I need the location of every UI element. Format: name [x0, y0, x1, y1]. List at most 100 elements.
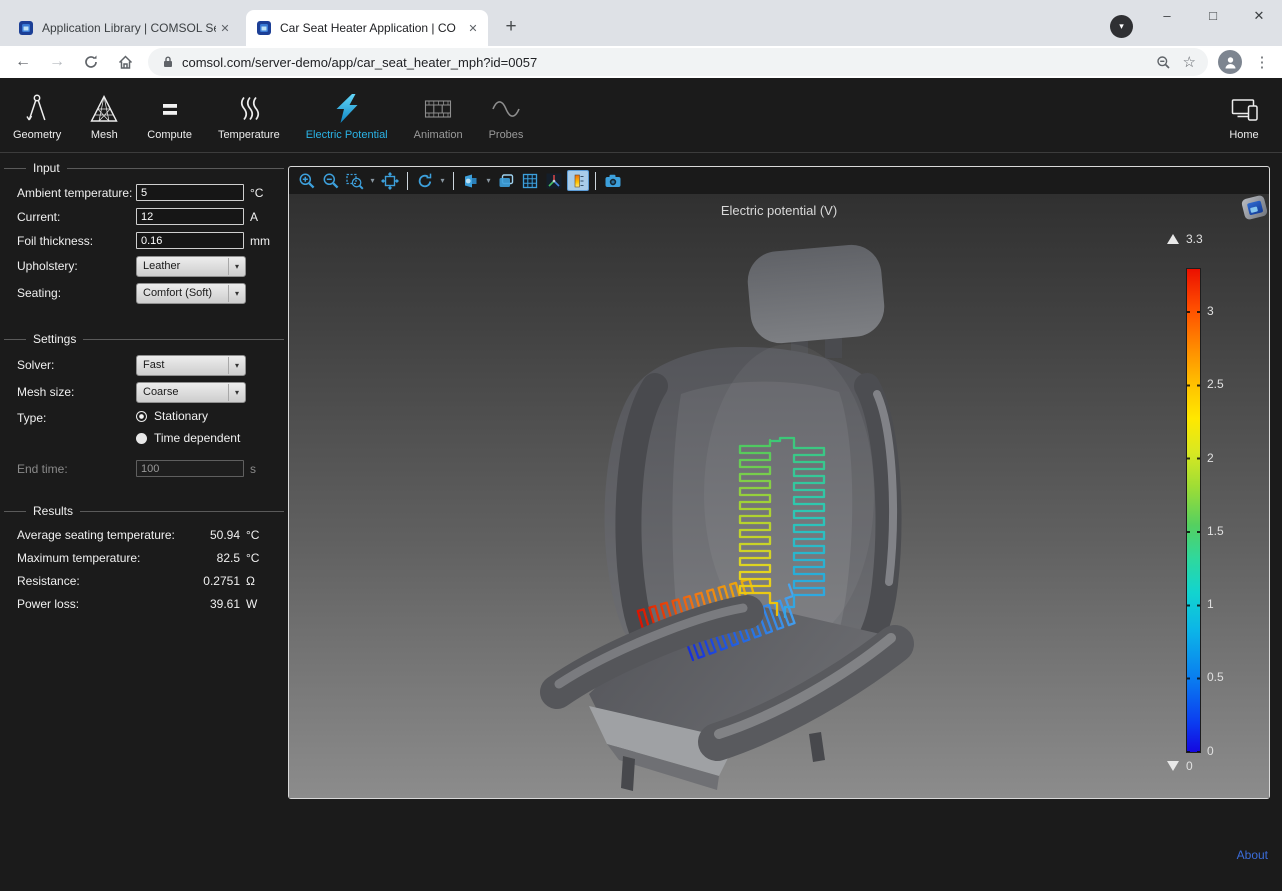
dropdown-value: Leather — [137, 260, 228, 272]
chevron-down-icon: ▾ — [228, 258, 245, 275]
zoom-out-button[interactable] — [320, 170, 342, 192]
minimize-button[interactable]: – — [1144, 0, 1190, 34]
result-unit: °C — [246, 528, 272, 542]
graphics-canvas[interactable]: Electric potential (V) — [289, 194, 1269, 798]
ribbon-item-geometry[interactable]: Geometry — [0, 90, 74, 141]
geometry-compass-icon — [20, 90, 54, 126]
screenshot-button[interactable] — [602, 170, 624, 192]
rotate-view-button[interactable] — [414, 170, 436, 192]
result-value: 82.5 — [176, 551, 240, 565]
colorbar-tick-label: 2.5 — [1207, 377, 1224, 391]
colorbar-tick-label: 3 — [1207, 304, 1214, 318]
reload-button[interactable] — [80, 51, 102, 73]
chevron-down-icon[interactable]: ▾ — [483, 176, 494, 185]
field-label: Current: — [17, 210, 136, 224]
lightning-bolt-icon — [330, 90, 364, 126]
result-value: 0.2751 — [176, 574, 240, 588]
field-ambient-temperature: Ambient temperature: °C — [17, 181, 272, 204]
devices-home-icon — [1227, 90, 1261, 126]
about-link[interactable]: About — [1237, 848, 1268, 862]
lock-icon — [162, 55, 174, 69]
section-title: Settings — [26, 332, 83, 346]
home-button[interactable] — [114, 51, 136, 73]
radio-button[interactable] — [136, 433, 147, 444]
tab-application-library[interactable]: Application Library | COMSOL Se ✕ — [8, 10, 240, 46]
person-icon — [1223, 55, 1238, 70]
address-bar[interactable]: comsol.com/server-demo/app/car_seat_heat… — [148, 48, 1208, 76]
profile-avatar-button[interactable] — [1218, 50, 1242, 74]
foil-thickness-input[interactable] — [136, 232, 244, 249]
tab-search-button[interactable]: ▾ — [1110, 15, 1133, 38]
ambient-temperature-input[interactable] — [136, 184, 244, 201]
zoom-box-button[interactable] — [344, 170, 366, 192]
transparency-button[interactable] — [495, 170, 517, 192]
zoom-indicator-button[interactable] — [1156, 55, 1171, 70]
tab-close-icon[interactable]: ✕ — [464, 22, 482, 35]
sidebar: Input Ambient temperature: °C Current: A… — [0, 153, 288, 891]
ribbon-item-probes[interactable]: Probes — [476, 90, 537, 141]
seating-dropdown[interactable]: Comfort (Soft) ▾ — [136, 283, 246, 304]
mesh-size-dropdown[interactable]: Coarse ▾ — [136, 382, 246, 403]
radio-label: Stationary — [154, 409, 208, 423]
upholstery-dropdown[interactable]: Leather ▾ — [136, 256, 246, 277]
zoom-extents-button[interactable] — [379, 170, 401, 192]
result-label: Maximum temperature: — [17, 551, 176, 565]
ribbon-label: Home — [1229, 129, 1258, 141]
result-resistance: Resistance: 0.2751 Ω — [17, 570, 272, 592]
tab-title: Car Seat Heater Application | CO — [280, 21, 464, 35]
colorbar-tick-label: 1 — [1207, 597, 1214, 611]
colorbar-tick-label: 0.5 — [1207, 670, 1224, 684]
current-input[interactable] — [136, 208, 244, 225]
ribbon-label: Compute — [147, 129, 192, 141]
result-unit: °C — [246, 551, 272, 565]
ribbon-item-electric-potential[interactable]: Electric Potential — [293, 90, 401, 141]
field-solver: Solver: Fast ▾ — [17, 352, 272, 378]
color-legend-button[interactable] — [567, 170, 589, 191]
ribbon-label: Temperature — [218, 129, 280, 141]
axes-orientation-button[interactable] — [543, 170, 565, 192]
reload-icon — [83, 54, 99, 70]
zoom-in-button[interactable] — [296, 170, 318, 192]
dropdown-value: Fast — [137, 359, 228, 371]
radio-time-dependent[interactable]: Time dependent — [136, 427, 288, 449]
scene-light-button[interactable] — [460, 170, 482, 192]
chevron-down-icon[interactable]: ▾ — [437, 176, 448, 185]
radio-stationary[interactable]: Stationary — [136, 405, 288, 427]
dropdown-value: Comfort (Soft) — [137, 287, 228, 299]
grid-button[interactable] — [519, 170, 541, 192]
field-label: Solver: — [17, 358, 136, 372]
section-settings: Settings — [4, 332, 284, 346]
graphics-panel: ▾ ▾ ▾ Electric potential (V) — [288, 166, 1270, 799]
colorbar-max-value: 3.3 — [1186, 232, 1203, 246]
ribbon-label: Animation — [414, 129, 463, 141]
bookmark-star-button[interactable]: ☆ — [1183, 53, 1196, 71]
close-button[interactable]: ✕ — [1236, 0, 1282, 34]
tab-close-icon[interactable]: ✕ — [216, 22, 234, 35]
ribbon-item-home[interactable]: Home — [1214, 90, 1274, 141]
maximize-button[interactable]: □ — [1190, 0, 1236, 34]
colorbar-tick-marks — [1187, 269, 1190, 752]
field-label: Foil thickness: — [17, 234, 136, 248]
back-button[interactable]: ← — [12, 51, 34, 73]
colorbar-tick-label: 0 — [1207, 744, 1214, 758]
field-foil-thickness: Foil thickness: mm — [17, 229, 272, 252]
ribbon-item-temperature[interactable]: Temperature — [205, 90, 293, 141]
toolbar-separator — [407, 172, 408, 190]
ribbon-item-animation[interactable]: Animation — [401, 90, 476, 141]
chevron-down-icon: ▾ — [228, 285, 245, 302]
browser-menu-button[interactable]: ⋮ — [1252, 53, 1272, 71]
chevron-down-icon[interactable]: ▾ — [367, 176, 378, 185]
solver-dropdown[interactable]: Fast ▾ — [136, 355, 246, 376]
forward-button[interactable]: → — [46, 51, 68, 73]
radio-button-selected[interactable] — [136, 411, 147, 422]
ribbon-item-compute[interactable]: Compute — [134, 90, 205, 141]
tab-car-seat-heater[interactable]: Car Seat Heater Application | CO ✕ — [246, 10, 488, 46]
new-tab-button[interactable]: + — [498, 14, 524, 40]
browser-tabstrip: Application Library | COMSOL Se ✕ Car Se… — [0, 0, 1282, 46]
url-text: comsol.com/server-demo/app/car_seat_heat… — [182, 55, 537, 70]
colorbar-tick-marks — [1197, 269, 1200, 752]
result-label: Resistance: — [17, 574, 176, 588]
end-time-input — [136, 460, 244, 477]
result-power-loss: Power loss: 39.61 W — [17, 593, 272, 615]
ribbon-item-mesh[interactable]: Mesh — [74, 90, 134, 141]
